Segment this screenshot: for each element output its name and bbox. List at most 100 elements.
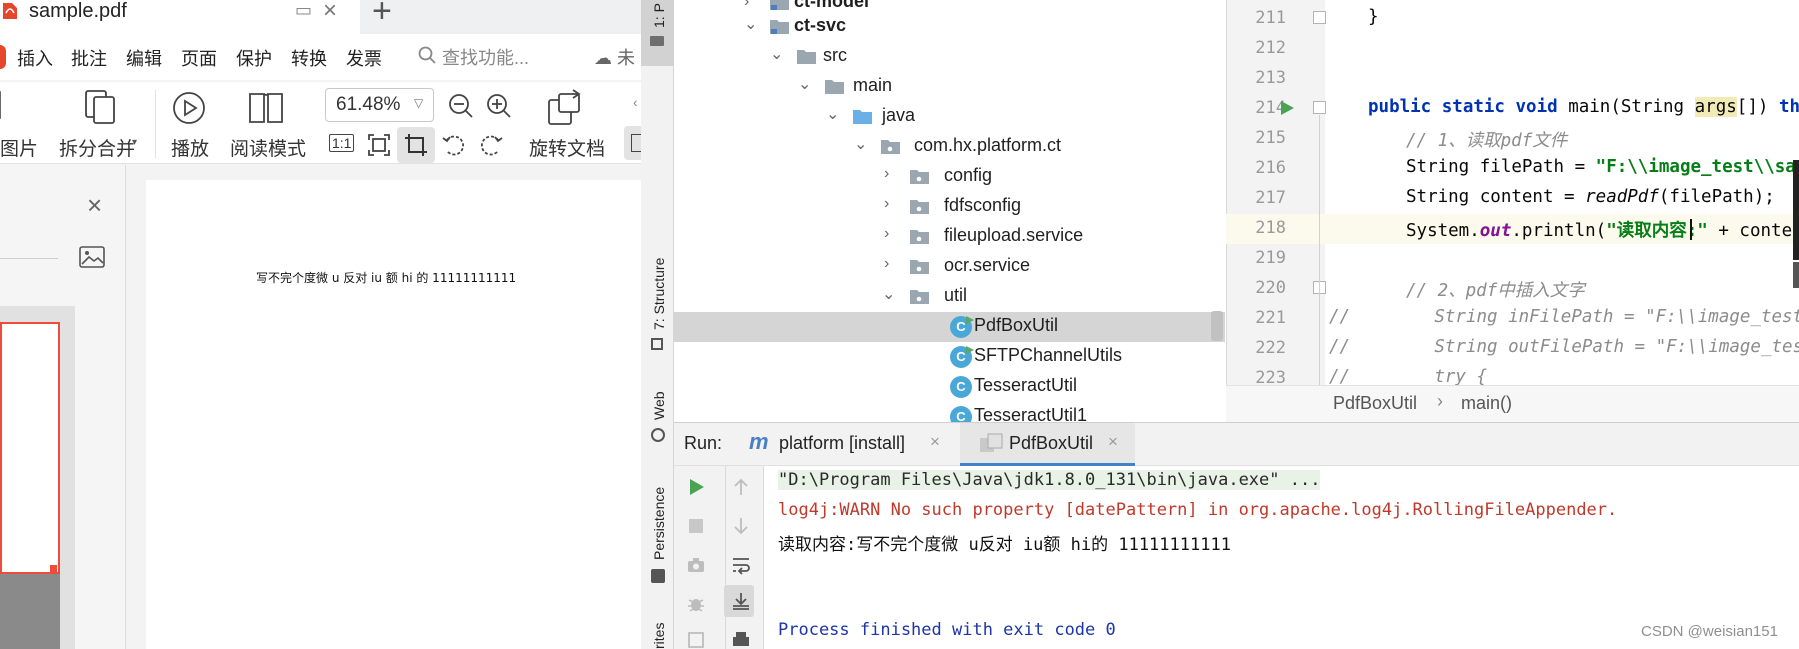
rotate-document-icon[interactable] (545, 88, 585, 128)
new-tab-button[interactable]: + (372, 0, 392, 31)
rotate-right-icon[interactable] (478, 132, 504, 158)
thumbnail-resize-handle[interactable] (50, 565, 57, 572)
tree-item-util[interactable]: ⌄ util (674, 282, 1225, 312)
fit-width-icon[interactable] (403, 132, 429, 158)
close-tab-icon[interactable]: × (1108, 432, 1118, 452)
editor-scrollbar-marker[interactable] (1793, 160, 1799, 260)
page-thumbnail[interactable] (0, 322, 60, 574)
chevron-down-icon[interactable]: ⌄ (882, 284, 898, 304)
tree-item-label: fdfsconfig (944, 195, 1022, 215)
toolbar-collapse-icon[interactable]: ‹ (633, 94, 638, 110)
split-merge-dropdown-icon[interactable]: ▾ (132, 137, 137, 148)
rerun-icon[interactable] (686, 477, 706, 497)
camera-icon[interactable] (686, 555, 706, 575)
zoom-in-icon[interactable] (486, 93, 512, 119)
tree-item-main[interactable]: ⌄ main (674, 72, 1225, 102)
persistence-tool-tab[interactable]: Persistence (651, 487, 667, 560)
close-panel-icon[interactable]: × (87, 190, 102, 221)
menu-invoice[interactable]: 发票 (346, 45, 382, 71)
breadcrumb-class[interactable]: PdfBoxUtil (1333, 393, 1417, 414)
close-tab-icon[interactable]: × (323, 0, 337, 25)
play-button[interactable]: 播放 (171, 134, 209, 161)
fold-marker-icon[interactable] (1313, 101, 1326, 114)
chevron-down-icon[interactable]: ▽ (414, 96, 423, 110)
tree-item-tesseractutil[interactable]: C TesseractUtil (674, 372, 1225, 402)
search-icon[interactable] (418, 46, 436, 64)
print-icon[interactable] (731, 630, 751, 649)
search-functions-input[interactable]: 查找功能... (442, 44, 529, 70)
chevron-right-icon[interactable]: › (884, 255, 900, 273)
rotate-document-button[interactable]: 旋转文档 (529, 134, 605, 161)
menu-edit[interactable]: 编辑 (126, 45, 162, 71)
image-tool-label[interactable]: 图片 (0, 134, 38, 161)
tree-item-pdfboxutil[interactable]: C PdfBoxUtil (674, 312, 1225, 342)
tree-item-fdfsconfig[interactable]: › fdfsconfig (674, 192, 1225, 222)
tree-item-sftpchannelutils[interactable]: C SFTPChannelUtils (674, 342, 1225, 372)
menu-annotate[interactable]: 批注 (71, 45, 107, 71)
run-tab-platform-install[interactable]: platform [install] (779, 433, 905, 454)
tree-item-label: ct-model (794, 0, 870, 11)
split-merge-button[interactable]: 拆分合并 (59, 134, 135, 161)
thumbnail-next-page[interactable] (0, 574, 60, 649)
pdf-page (146, 180, 641, 649)
tree-item-fileupload-service[interactable]: › fileupload.service (674, 222, 1225, 252)
chevron-right-icon[interactable]: › (884, 165, 900, 183)
menu-insert[interactable]: 插入 (17, 45, 53, 71)
chevron-down-icon[interactable]: ⌄ (854, 134, 870, 154)
module-folder-icon (770, 0, 789, 10)
chevron-right-icon[interactable]: › (884, 195, 900, 213)
close-tab-icon[interactable]: × (930, 432, 940, 452)
line-number: 217 (1255, 188, 1286, 208)
soft-wrap-icon[interactable] (731, 555, 751, 575)
tree-item-ocr-service[interactable]: › ocr.service (674, 252, 1225, 282)
favorites-tool-tab[interactable]: rites (651, 623, 667, 649)
bug-icon[interactable] (686, 594, 706, 614)
rotate-left-icon[interactable] (441, 132, 467, 158)
restore-layout-icon[interactable] (686, 630, 706, 649)
breadcrumb-method[interactable]: main() (1461, 393, 1512, 414)
menu-page[interactable]: 页面 (181, 45, 217, 71)
image-tool-icon[interactable] (0, 88, 6, 122)
menu-convert[interactable]: 转换 (291, 45, 327, 71)
console-command-line[interactable]: "D:\Program Files\Java\jdk1.8.0_131\bin\… (778, 470, 1321, 490)
editor-scrollbar-marker[interactable] (1793, 262, 1799, 288)
scroll-to-end-icon[interactable] (731, 591, 751, 611)
zoom-out-icon[interactable] (448, 93, 474, 119)
actual-size-button[interactable]: 1:1 (329, 134, 355, 152)
read-mode-icon[interactable] (246, 88, 286, 126)
chevron-right-icon[interactable]: › (744, 0, 760, 11)
tree-item-com-hx-platform-ct[interactable]: ⌄ com.hx.platform.ct (674, 132, 1225, 162)
pdf-document-tab[interactable]: sample.pdf ▭ × (0, 0, 360, 34)
tree-item-config[interactable]: › config (674, 162, 1225, 192)
stop-icon[interactable] (686, 516, 706, 536)
tree-item-ct-svc[interactable]: ⌄ ct-svc (674, 12, 1225, 42)
chevron-down-icon[interactable]: ⌄ (798, 74, 814, 94)
maven-icon: m (749, 429, 769, 454)
tree-item-java[interactable]: ⌄ java (674, 102, 1225, 132)
run-tab-label: PdfBoxUtil (1009, 433, 1094, 453)
arrow-down-icon[interactable] (731, 516, 751, 536)
monitor-icon[interactable]: ▭ (295, 0, 312, 21)
tree-item-src[interactable]: ⌄ src (674, 42, 1225, 72)
fit-page-icon[interactable] (366, 132, 392, 158)
chevron-down-icon[interactable]: ⌄ (744, 14, 760, 34)
menu-protect[interactable]: 保护 (236, 45, 272, 71)
chevron-down-icon[interactable]: ⌄ (826, 104, 842, 124)
read-mode-button[interactable]: 阅读模式 (230, 134, 306, 161)
arrow-up-icon[interactable] (731, 477, 751, 497)
chevron-right-icon[interactable]: › (884, 225, 900, 243)
line-number: 219 (1255, 248, 1286, 268)
breadcrumb (1226, 385, 1799, 422)
run-config-icon (980, 433, 1003, 452)
split-merge-icon[interactable] (83, 88, 119, 126)
structure-tool-tab[interactable]: 7: Structure (651, 258, 667, 330)
project-tree-scrollbar[interactable] (1211, 311, 1223, 341)
chevron-down-icon[interactable]: ⌄ (770, 44, 786, 64)
tree-item-tesseractutil1[interactable]: C TesseractUtil1 (674, 402, 1225, 422)
play-icon[interactable] (171, 88, 207, 126)
fold-marker-icon[interactable] (1313, 11, 1326, 24)
web-tool-tab[interactable]: Web (651, 391, 667, 420)
image-icon[interactable] (79, 246, 105, 268)
app-menu-button[interactable] (0, 45, 6, 69)
cloud-sync-status[interactable]: ☁ 未 (594, 44, 635, 70)
